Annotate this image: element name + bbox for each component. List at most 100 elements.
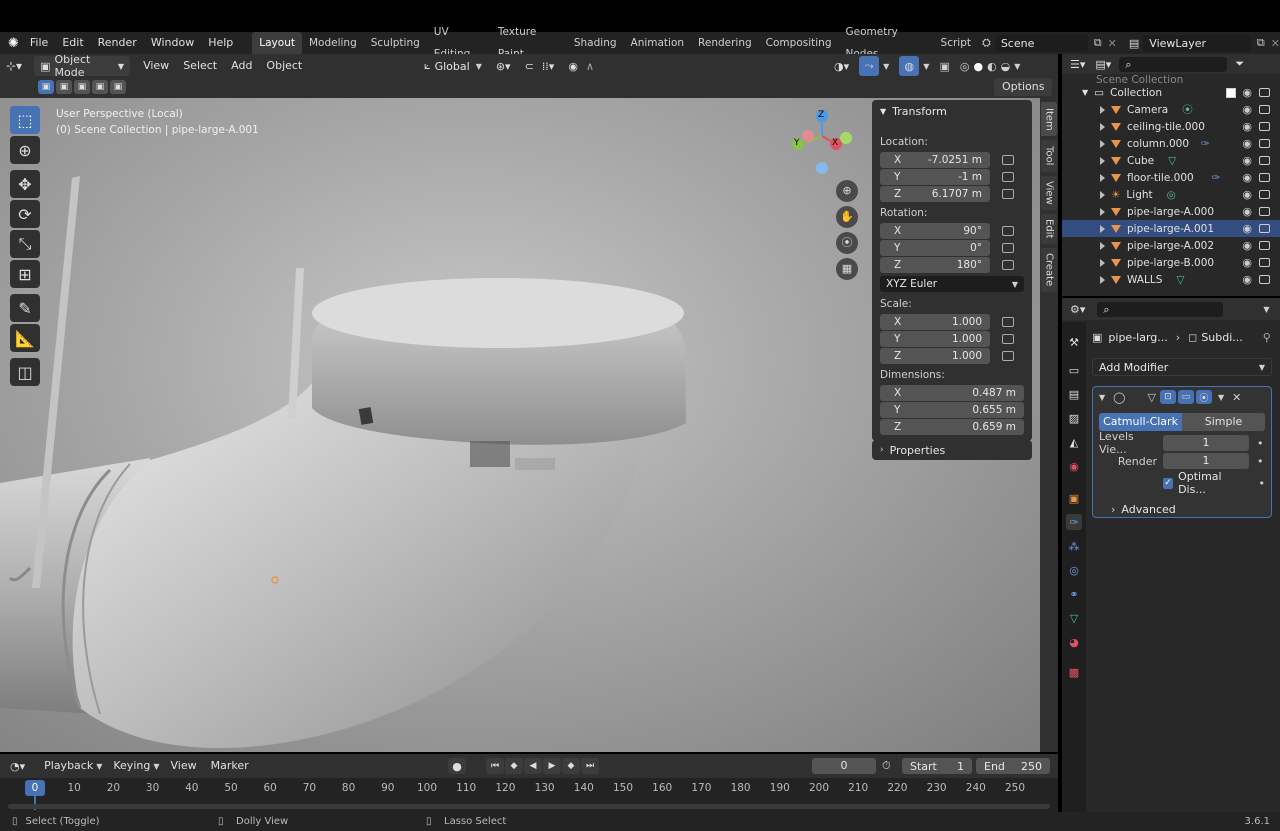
eye-icon[interactable]: ◉ [1242, 86, 1252, 99]
add-modifier-dropdown[interactable]: Add Modifier ▼ [1092, 358, 1272, 376]
pan-hand-icon[interactable]: ✋ [836, 206, 858, 228]
dimensions-z-field[interactable]: Z 0.659 m [880, 419, 1024, 435]
cage-toggle-icon[interactable]: ⊡ [1159, 390, 1176, 404]
close-icon[interactable]: ✕ [1232, 391, 1241, 404]
menu-window[interactable]: Window [144, 32, 201, 54]
outliner-item-column[interactable]: column.000 ✑ ◉ [1062, 135, 1280, 152]
render-tab-icon[interactable]: ▭ [1066, 362, 1082, 378]
render-toggle-icon[interactable]: ⦿ [1195, 390, 1212, 404]
camera-icon[interactable] [1259, 275, 1270, 284]
end-frame-field[interactable]: End 250 [976, 758, 1050, 774]
physics-tab-icon[interactable]: ◎ [1066, 562, 1082, 578]
snap-target-icon[interactable]: ⁞⁞▾ [542, 60, 555, 73]
texture-tab-icon[interactable]: ▩ [1066, 664, 1082, 680]
zoom-icon[interactable]: ⊕ [836, 180, 858, 202]
camera-icon[interactable] [1259, 207, 1270, 216]
gizmo-toggle-icon[interactable]: ⤳ [859, 56, 880, 76]
editor-type-icon[interactable]: ☰▾ [1070, 58, 1085, 71]
scale-x-field[interactable]: X 1.000 [880, 314, 990, 330]
camera-icon[interactable] [1259, 139, 1270, 148]
play-reverse-icon[interactable]: ◀ [524, 758, 542, 774]
scale-z-field[interactable]: Z 1.000 [880, 348, 990, 364]
catmull-clark-button[interactable]: Catmull-Clark [1099, 413, 1182, 431]
menu-select[interactable]: Select [176, 56, 224, 76]
outliner-item-camera[interactable]: Camera ⦿ ◉ [1062, 101, 1280, 118]
cursor-tool-icon[interactable]: ⊕ [10, 136, 40, 164]
properties-panel-header[interactable]: › Properties [872, 440, 1032, 460]
view-layer-tab-icon[interactable]: ▨ [1066, 410, 1082, 426]
tab-layout[interactable]: Layout [252, 32, 302, 54]
menu-edit[interactable]: Edit [55, 32, 90, 54]
camera-icon[interactable] [1259, 105, 1270, 114]
camera-icon[interactable] [1259, 190, 1270, 199]
chevron-down-icon[interactable]: ▼ [1263, 305, 1269, 314]
camera-icon[interactable] [1259, 156, 1270, 165]
shading-dropdown-icon[interactable]: ▼ [1014, 62, 1020, 71]
eye-icon[interactable]: ◉ [1242, 273, 1252, 286]
playhead-frame-label[interactable]: 0 [25, 780, 45, 796]
stopwatch-icon[interactable]: ⏱ [882, 759, 891, 773]
world-tab-icon[interactable]: ◉ [1066, 458, 1082, 474]
viewport-toggle-icon[interactable]: ▭ [1177, 390, 1194, 404]
outliner-item-cube[interactable]: Cube ▽ ◉ [1062, 152, 1280, 169]
move-tool-icon[interactable]: ✥ [10, 170, 40, 198]
tab-rendering[interactable]: Rendering [691, 32, 759, 54]
prev-keyframe-icon[interactable]: ◆ [505, 758, 523, 774]
current-frame-field[interactable]: 0 [812, 758, 876, 774]
rendered-shading-icon[interactable]: ◒ [1001, 60, 1011, 73]
outliner-item-pipe-large-b-000[interactable]: pipe-large-B.000 ◉ [1062, 254, 1280, 271]
edit-mode-toggle-icon[interactable]: ▽ [1147, 391, 1155, 404]
solid-shading-icon[interactable]: ● [973, 60, 983, 73]
transform-panel-header[interactable]: ▼ Transform [872, 100, 1032, 123]
render-levels-field[interactable]: 1 [1163, 453, 1249, 469]
view-layer-field[interactable]: ViewLayer [1143, 34, 1251, 52]
outliner-item-pipe-large-a-001[interactable]: pipe-large-A.001 ◉ [1062, 220, 1280, 237]
constraints-tab-icon[interactable]: ⚭ [1066, 586, 1082, 602]
eye-icon[interactable]: ◉ [1242, 137, 1252, 150]
tab-modeling[interactable]: Modeling [302, 32, 364, 54]
editor-type-icon[interactable]: ⚙▾ [1070, 303, 1085, 316]
lock-icon[interactable] [1002, 226, 1014, 236]
rotation-y-field[interactable]: Y 0° [880, 240, 990, 256]
wireframe-shading-icon[interactable]: ◎ [960, 60, 970, 73]
keyframe-dot-icon[interactable]: • [1259, 477, 1266, 490]
outliner-item-pipe-large-a-000[interactable]: pipe-large-A.000 ◉ [1062, 203, 1280, 220]
rotation-mode-dropdown[interactable]: XYZ Euler ▼ [880, 276, 1024, 292]
proportional-edit-icon[interactable]: ◉ [568, 60, 578, 73]
chevron-down-icon[interactable]: ▼ [1218, 393, 1224, 402]
outliner-item-light[interactable]: ☀ Light ◎ ◉ [1062, 186, 1280, 203]
properties-search-input[interactable]: ⌕ [1097, 301, 1224, 317]
gizmo-dropdown-icon[interactable]: ▼ [883, 62, 889, 71]
mode-dropdown[interactable]: ▣ Object Mode ▼ [34, 53, 131, 79]
tab-edit[interactable]: Edit [1041, 214, 1057, 244]
select-intersect-icon[interactable]: ▣ [110, 80, 126, 94]
location-y-field[interactable]: Y -1 m [880, 169, 990, 185]
outliner-item-floor-tile[interactable]: floor-tile.000 ✑ ◉ [1062, 169, 1280, 186]
eye-icon[interactable]: ◉ [1242, 256, 1252, 269]
menu-view[interactable]: View [136, 56, 176, 76]
jump-end-icon[interactable]: ⏭ [581, 758, 599, 774]
record-icon[interactable]: ● [448, 758, 466, 774]
location-x-field[interactable]: X -7.0251 m [880, 152, 990, 168]
tab-item[interactable]: Item [1041, 102, 1057, 136]
menu-add[interactable]: Add [224, 56, 259, 76]
navigation-gizmo[interactable]: Z Y X [788, 106, 860, 182]
select-new-icon[interactable]: ▣ [38, 80, 54, 94]
new-view-layer-icon[interactable]: ⧉ [1257, 36, 1265, 50]
delete-view-layer-icon[interactable]: ✕ [1271, 37, 1280, 50]
material-tab-icon[interactable]: ◕ [1066, 634, 1082, 650]
eye-icon[interactable]: ◉ [1242, 205, 1252, 218]
play-icon[interactable]: ▶ [543, 758, 561, 774]
material-shading-icon[interactable]: ◐ [987, 60, 997, 73]
tab-shading[interactable]: Shading [567, 32, 624, 54]
jump-start-icon[interactable]: ⏮ [486, 758, 504, 774]
lock-icon[interactable] [1002, 155, 1014, 165]
keyframe-dot-icon[interactable]: • [1257, 437, 1264, 450]
new-scene-icon[interactable]: ⧉ [1094, 36, 1102, 50]
display-mode-icon[interactable]: ▤▾ [1095, 58, 1111, 71]
tab-tool[interactable]: Tool [1041, 140, 1057, 172]
snap-icon[interactable]: ⊂ [525, 60, 534, 73]
outliner-item-pipe-large-a-002[interactable]: pipe-large-A.002 ◉ [1062, 237, 1280, 254]
add-cube-tool-icon[interactable]: ◫ [10, 358, 40, 386]
delete-scene-icon[interactable]: ✕ [1108, 37, 1117, 50]
